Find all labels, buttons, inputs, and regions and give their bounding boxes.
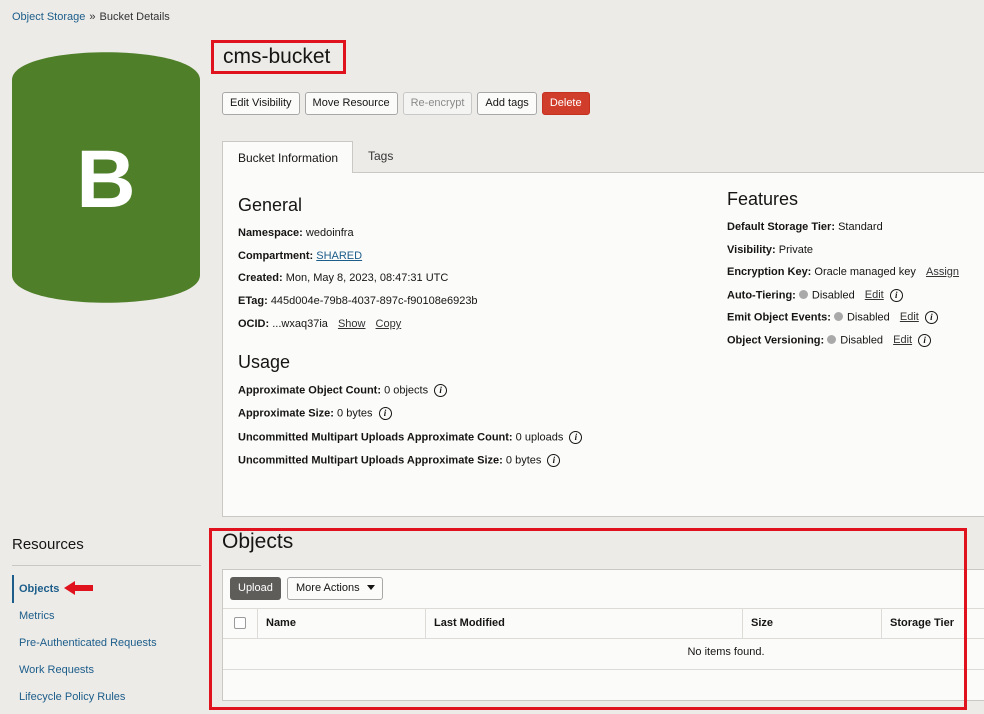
emit-events-value: Disabled [846,311,890,324]
etag-label: ETag: [238,295,268,307]
info-icon[interactable]: i [569,431,583,444]
resource-item-lifecycle-policy-rules[interactable]: Lifecycle Policy Rules [19,691,125,703]
status-dot-icon [827,335,837,345]
auto-tiering-row: Auto-Tiering: Disabled Edit i [727,289,903,302]
auto-tiering-edit-link[interactable]: Edit [865,289,884,301]
page-title: cms-bucket [223,45,331,68]
resources-divider [12,565,201,566]
storage-tier-label: Default Storage Tier: [727,221,835,233]
created-value: Mon, May 8, 2023, 08:47:31 UTC [285,272,449,284]
namespace-label: Namespace: [238,227,303,239]
namespace-row: Namespace: wedoinfra [238,227,354,239]
red-arrow-icon [64,580,94,599]
breadcrumb: Object Storage » Bucket Details [12,11,170,23]
bucket-info-panel: General Namespace: wedoinfra Compartment… [222,172,984,517]
title-highlight-box: cms-bucket [211,40,346,74]
info-icon[interactable]: i [434,384,448,397]
visibility-value: Private [778,244,814,256]
general-title: General [238,195,303,215]
multipart-count-row: Uncommitted Multipart Uploads Approximat… [238,431,583,444]
multipart-size-label: Uncommitted Multipart Uploads Approximat… [238,454,503,467]
visibility-label: Visibility: [727,244,776,256]
breadcrumb-object-storage-link[interactable]: Object Storage [12,11,85,23]
auto-tiering-value: Disabled [811,289,855,302]
versioning-value: Disabled [840,334,884,347]
usage-title: Usage [238,352,291,372]
storage-tier-value: Standard [838,221,883,233]
auto-tiering-label: Auto-Tiering: [727,289,796,302]
emit-events-row: Emit Object Events: Disabled Edit i [727,311,938,324]
breadcrumb-current: Bucket Details [99,11,170,23]
info-icon[interactable]: i [889,289,903,302]
action-toolbar: Edit Visibility Move Resource Re-encrypt… [222,92,590,115]
encryption-row: Encryption Key: Oracle managed key Assig… [727,266,959,278]
approx-size-value: 0 bytes [337,407,373,420]
namespace-value: wedoinfra [305,227,354,239]
versioning-row: Object Versioning: Disabled Edit i [727,334,932,347]
approx-size-row: Approximate Size: 0 bytes i [238,407,392,420]
etag-value: 445d004e-79b8-4037-897c-f90108e6923b [270,295,478,307]
features-title: Features [727,189,799,209]
resource-item-metrics[interactable]: Metrics [19,610,54,622]
multipart-size-row: Uncommitted Multipart Uploads Approximat… [238,454,561,467]
multipart-count-value: 0 uploads [515,431,564,444]
compartment-link[interactable]: SHARED [316,250,362,262]
created-label: Created: [238,272,283,284]
encryption-value: Oracle managed key [814,266,916,278]
tab-tags[interactable]: Tags [368,149,393,163]
emit-events-label: Emit Object Events: [727,311,831,324]
encryption-label: Encryption Key: [727,266,812,278]
status-dot-icon [833,312,843,322]
storage-tier-row: Default Storage Tier: Standard [727,221,883,233]
move-resource-button[interactable]: Move Resource [304,92,398,115]
resource-item-objects[interactable]: Objects [12,575,70,603]
resources-title: Resources [12,536,84,553]
etag-row: ETag: 445d004e-79b8-4037-897c-f90108e692… [238,295,478,307]
bucket-icon-letter: B [76,134,135,225]
objects-highlight-box [209,528,967,710]
object-count-row: Approximate Object Count: 0 objects i [238,384,448,397]
object-count-label: Approximate Object Count: [238,384,382,397]
compartment-label: Compartment: [238,250,314,262]
add-tags-button[interactable]: Add tags [477,92,537,115]
resource-item-pre-authenticated-requests[interactable]: Pre-Authenticated Requests [19,637,157,649]
visibility-row: Visibility: Private [727,244,813,256]
multipart-count-label: Uncommitted Multipart Uploads Approximat… [238,431,513,444]
assign-link[interactable]: Assign [926,266,959,278]
versioning-edit-link[interactable]: Edit [893,334,912,346]
re-encrypt-button[interactable]: Re-encrypt [402,92,473,115]
delete-button[interactable]: Delete [541,92,590,115]
compartment-row: Compartment: SHARED [238,250,362,262]
bucket-icon: B [12,52,200,303]
ocid-label: OCID: [238,318,270,330]
resource-item-work-requests[interactable]: Work Requests [19,664,94,676]
info-icon[interactable]: i [924,311,938,324]
created-row: Created: Mon, May 8, 2023, 08:47:31 UTC [238,272,448,284]
ocid-copy-link[interactable]: Copy [376,318,402,330]
approx-size-label: Approximate Size: [238,407,334,420]
ocid-value: ...wxaq37ia [272,318,328,330]
info-icon[interactable]: i [378,407,392,420]
multipart-size-value: 0 bytes [505,454,542,467]
info-icon[interactable]: i [547,454,561,467]
tab-bucket-information[interactable]: Bucket Information [222,141,353,173]
ocid-row: OCID: ...wxaq37ia Show Copy [238,318,401,330]
object-count-value: 0 objects [384,384,429,397]
edit-visibility-button[interactable]: Edit Visibility [222,92,300,115]
info-icon[interactable]: i [918,334,932,347]
status-dot-icon [798,290,808,300]
breadcrumb-separator: » [89,11,96,23]
ocid-show-link[interactable]: Show [338,318,366,330]
versioning-label: Object Versioning: [727,334,825,347]
emit-events-edit-link[interactable]: Edit [900,311,919,323]
